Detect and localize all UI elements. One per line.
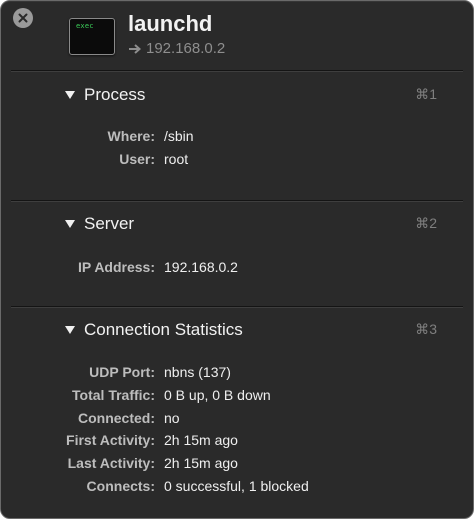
info-value: nbns (137)	[164, 364, 231, 380]
info-value: no	[164, 410, 180, 426]
section-shortcut: ⌘2	[415, 215, 437, 231]
info-value: 2h 15m ago	[164, 455, 238, 471]
info-row: IP Address: 192.168.0.2	[1, 259, 473, 277]
disclosure-triangle-down-icon[interactable]	[65, 220, 75, 228]
section-header-connection-statistics[interactable]: Connection Statistics ⌘3	[65, 319, 437, 341]
connection-info-panel: exec launchd 192.168.0.2 Process ⌘1 Wher…	[0, 0, 474, 519]
close-icon	[18, 13, 28, 23]
info-value: 0 successful, 1 blocked	[164, 478, 309, 494]
close-button[interactable]	[13, 8, 33, 28]
app-address-value: 192.168.0.2	[146, 40, 226, 57]
info-row: Connected: no	[1, 410, 473, 428]
info-label: Connects:	[86, 478, 155, 494]
section-header-server[interactable]: Server ⌘2	[65, 213, 437, 235]
info-label: Where:	[107, 128, 155, 144]
info-label: First Activity:	[66, 432, 155, 448]
info-label: Connected:	[78, 410, 155, 426]
info-label: UDP Port:	[89, 364, 155, 380]
app-name: launchd	[128, 11, 213, 36]
section-title: Server	[84, 214, 135, 233]
info-row: User: root	[1, 151, 473, 169]
disclosure-triangle-down-icon[interactable]	[65, 326, 75, 334]
disclosure-triangle-down-icon[interactable]	[65, 91, 75, 99]
arrow-right-icon	[129, 43, 142, 54]
info-value: root	[164, 151, 189, 167]
section-divider	[11, 200, 463, 201]
info-row: Total Traffic: 0 B up, 0 B down	[1, 387, 473, 405]
info-row: UDP Port: nbns (137)	[1, 364, 473, 382]
section-divider	[11, 70, 463, 71]
info-label: IP Address:	[77, 259, 155, 275]
info-row: First Activity: 2h 15m ago	[1, 432, 473, 450]
info-label: User:	[119, 151, 155, 167]
section-shortcut: ⌘3	[415, 321, 437, 337]
section-title: Connection Statistics	[84, 320, 243, 339]
section-divider	[11, 306, 463, 307]
info-label: Last Activity:	[67, 455, 155, 471]
info-value: /sbin	[164, 128, 194, 144]
info-row: Where: /sbin	[1, 128, 473, 146]
terminal-exec-icon: exec	[69, 18, 115, 55]
info-value: 2h 15m ago	[164, 432, 238, 448]
info-row: Connects: 0 successful, 1 blocked	[1, 478, 473, 496]
section-header-process[interactable]: Process ⌘1	[65, 84, 437, 106]
info-row: Last Activity: 2h 15m ago	[1, 455, 473, 473]
app-icon-label: exec	[76, 22, 94, 30]
section-shortcut: ⌘1	[415, 86, 437, 102]
section-title: Process	[84, 85, 146, 104]
info-value: 192.168.0.2	[164, 259, 238, 275]
app-address: 192.168.0.2	[128, 40, 225, 57]
info-label: Total Traffic:	[72, 387, 155, 403]
info-value: 0 B up, 0 B down	[164, 387, 271, 403]
